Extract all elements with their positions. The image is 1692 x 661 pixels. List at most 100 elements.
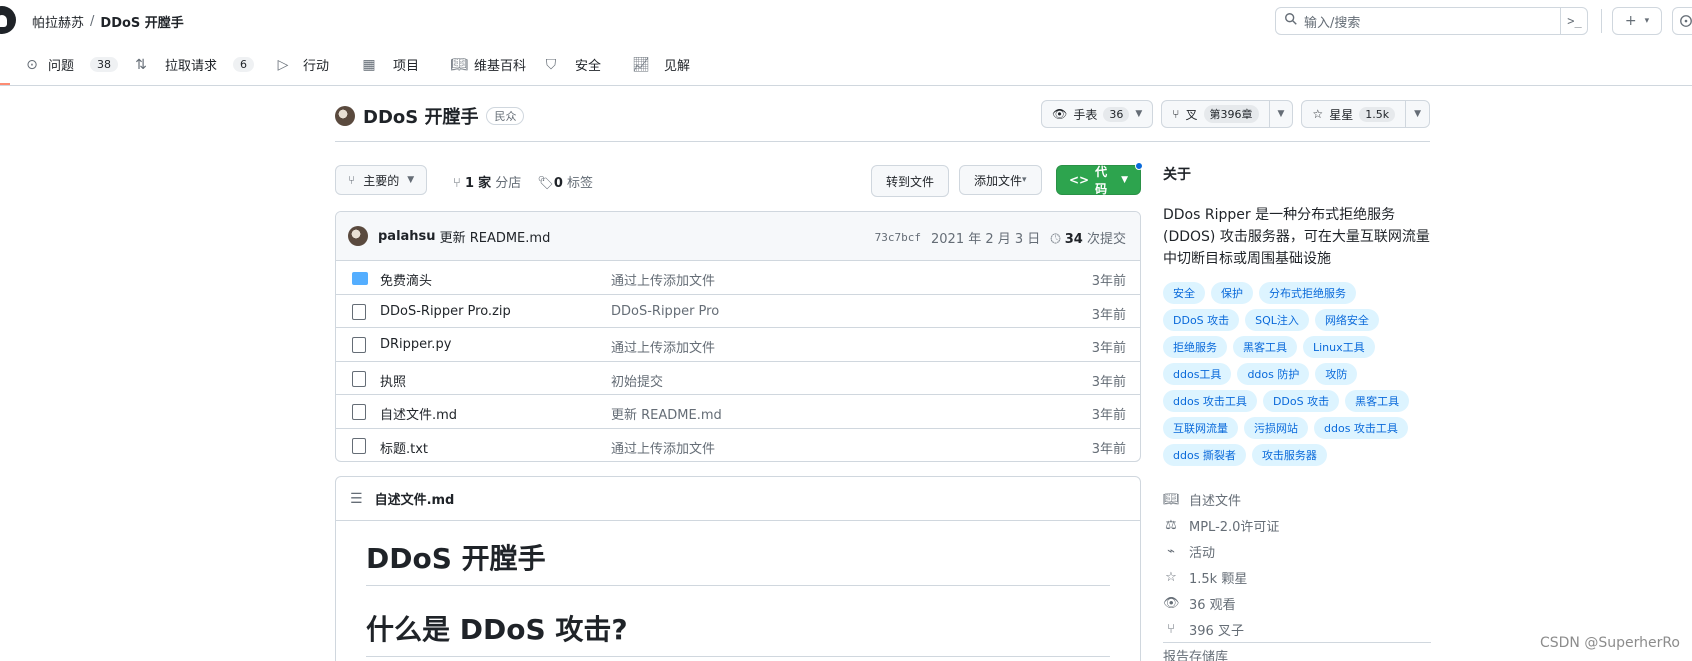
about-meta-item[interactable]: 📖︎ 自述文件 — [1163, 486, 1431, 512]
about-meta-label: 活动 — [1189, 545, 1216, 561]
fork-dropdown[interactable]: ▼ — [1268, 101, 1293, 127]
branch-select-button[interactable]: ⑂ 主要的 ▼ — [335, 165, 428, 195]
topic-tag[interactable]: DDoS 攻击 — [1262, 390, 1340, 412]
commit-author[interactable]: palahsu — [378, 229, 436, 244]
star-button[interactable]: ☆ 星星 1.5k ▼ — [1301, 100, 1430, 128]
about-meta-item[interactable]: 👁︎ 36 观看 — [1163, 590, 1431, 616]
file-age: 3年前 — [1091, 441, 1126, 457]
commit-message[interactable]: 更新 README.md — [440, 227, 551, 246]
add-file-button[interactable]: 添加文件 ▾ — [959, 165, 1042, 195]
file-name[interactable]: 执照 — [380, 371, 406, 390]
about-meta-item[interactable]: ⚖ MPL-2.0许可证 — [1163, 512, 1431, 538]
github-logo-icon[interactable] — [0, 6, 16, 34]
circle-dot-icon — [1680, 15, 1692, 27]
tab-wiki[interactable]: 📖︎ 维基百科 — [450, 55, 526, 75]
history-icon: 🕓︎ — [1050, 232, 1061, 247]
about-meta-item[interactable]: ⑂ 396 叉子 — [1163, 616, 1431, 642]
file-commit-message[interactable]: DDoS-Ripper Pro — [611, 304, 719, 319]
topic-tag[interactable]: 互联网流量 — [1163, 417, 1238, 439]
tab-label: 拉取请求 — [165, 59, 218, 74]
code-button[interactable]: <> 代码 ▼ — [1056, 165, 1141, 196]
file-name[interactable]: 免费滴头 — [380, 270, 432, 289]
active-tab-indicator — [0, 83, 10, 85]
fork-button[interactable]: ⑂ 叉 第396章 ▼ — [1161, 100, 1294, 128]
file-row[interactable]: 自述文件.md 更新 README.md 3年前 — [336, 395, 1140, 429]
tab-pull-requests[interactable]: ⇅ 拉取请求 6 — [133, 55, 255, 74]
about-description: DDos Ripper 是一种分布式拒绝服务 (DDOS) 攻击服务器，可在大量… — [1163, 207, 1430, 267]
list-icon[interactable]: ☰ — [350, 491, 363, 507]
tab-issues[interactable]: ⊙ 问题 38 — [24, 55, 119, 74]
about-meta-list: 📖︎ 自述文件 ⚖ MPL-2.0许可证 ⌁ 活动 ☆ 1.5k 颗星 👁︎ 36 观看 ⑂ 396 … — [1163, 486, 1431, 642]
file-row[interactable]: 标题.txt 通过上传添加文件 3年前 — [336, 429, 1140, 462]
plus-icon: + — [1624, 13, 1637, 29]
tags-link[interactable]: 🏷︎0 标签 — [537, 172, 593, 191]
repo-name[interactable]: DDoS 开膛手 — [363, 103, 478, 129]
breadcrumb-repo[interactable]: DDoS 开膛手 — [100, 12, 183, 31]
branches-link[interactable]: ⑂ 1 家 分店 — [453, 172, 521, 191]
file-name[interactable]: DRipper.py — [380, 337, 451, 352]
tab-security[interactable]: ⛉ 安全 — [543, 55, 601, 75]
topic-tag[interactable]: ddos 防护 — [1237, 363, 1310, 385]
readme-title[interactable]: 自述文件.md — [375, 489, 455, 508]
tab-insights[interactable]: 📈︎ 见解 — [632, 55, 690, 75]
avatar[interactable] — [335, 106, 355, 126]
divider — [1601, 9, 1602, 33]
file-name[interactable]: 自述文件.md — [380, 404, 457, 423]
file-icon — [352, 404, 366, 420]
topic-tag[interactable]: 分布式拒绝服务 — [1259, 282, 1356, 304]
file-commit-message[interactable]: 更新 README.md — [611, 404, 722, 423]
topic-tag[interactable]: ddos工具 — [1163, 363, 1232, 385]
issues-circle-button[interactable] — [1672, 7, 1692, 35]
topic-tag[interactable]: 攻防 — [1315, 363, 1358, 385]
watermark: CSDN @SuperherRo — [1539, 635, 1680, 651]
file-row[interactable]: 执照 初始提交 3年前 — [336, 362, 1140, 395]
breadcrumb: 帕拉赫苏 / DDoS 开膛手 — [32, 12, 184, 31]
file-row[interactable]: DRipper.py 通过上传添加文件 3年前 — [336, 328, 1140, 362]
topic-tag[interactable]: 安全 — [1163, 282, 1205, 304]
watch-button[interactable]: 👁︎ 手表 36 ▼ — [1041, 100, 1154, 128]
commit-history-link[interactable]: 🕓︎ 34 次提交 — [1050, 228, 1126, 247]
file-commit-message[interactable]: 通过上传添加文件 — [611, 438, 715, 457]
file-row[interactable]: 免费滴头 通过上传添加文件 3年前 — [336, 261, 1140, 295]
star-dropdown[interactable]: ▼ — [1405, 101, 1429, 127]
go-to-file-button[interactable]: 转到文件 — [871, 165, 950, 197]
about-meta-item[interactable]: ⌁ 活动 — [1163, 538, 1431, 564]
create-new-button[interactable]: + ▾ — [1612, 7, 1662, 35]
issue-icon: ⊙ — [26, 56, 38, 73]
file-commit-message[interactable]: 初始提交 — [611, 371, 663, 390]
topic-tag[interactable]: ddos 攻击工具 — [1163, 390, 1257, 412]
report-repository-link[interactable]: 报告存储库 — [1163, 646, 1431, 661]
topic-tag[interactable]: 污损网站 — [1244, 417, 1308, 439]
topic-tag[interactable]: DDoS 攻击 — [1163, 309, 1240, 331]
file-name[interactable]: DDoS-Ripper Pro.zip — [380, 304, 511, 319]
topic-tag[interactable]: ddos 攻击工具 — [1314, 417, 1408, 439]
notification-dot — [1135, 162, 1143, 170]
file-commit-message[interactable]: 通过上传添加文件 — [611, 270, 715, 289]
topic-tag[interactable]: 保护 — [1211, 282, 1253, 304]
search-input[interactable]: 输入/搜索 — [1275, 7, 1588, 35]
tab-actions[interactable]: ▷ 行动 — [275, 55, 329, 75]
topic-tag[interactable]: SQL注入 — [1245, 309, 1309, 331]
file-commit-message[interactable]: 通过上传添加文件 — [611, 337, 715, 356]
topic-tag[interactable]: 攻击服务器 — [1251, 444, 1327, 466]
topic-tag[interactable]: ddos 撕裂者 — [1163, 444, 1246, 466]
topic-tag[interactable]: 拒绝服务 — [1163, 336, 1227, 358]
fork-icon: ⑂ — [1167, 621, 1175, 637]
repo-tabs: ⊙ 问题 38 ⇅ 拉取请求 6 ▷ 行动 ▦ 项目 📖︎ 维基百科 ⛉ 安全 … — [0, 43, 1692, 86]
topic-tag[interactable]: Linux工具 — [1303, 336, 1375, 358]
topic-tag[interactable]: 黑客工具 — [1233, 336, 1297, 358]
topics-list: 安全 保护 分布式拒绝服务 DDoS 攻击 SQL注入 网络安全 拒绝服务 黑客工具 Linux… — [1163, 282, 1431, 466]
tab-projects[interactable]: ▦ 项目 — [361, 55, 419, 75]
about-meta-item[interactable]: ☆ 1.5k 颗星 — [1163, 564, 1431, 590]
star-count: 1.5k — [1359, 106, 1396, 122]
avatar[interactable] — [348, 226, 368, 246]
breadcrumb-owner[interactable]: 帕拉赫苏 — [32, 12, 84, 31]
file-name[interactable]: 标题.txt — [380, 438, 428, 457]
tab-counter: 6 — [233, 57, 255, 72]
topic-tag[interactable]: 黑客工具 — [1345, 390, 1410, 412]
topic-tag[interactable]: 网络安全 — [1314, 309, 1379, 331]
commit-sha[interactable]: 73c7bcf — [875, 231, 921, 244]
command-palette-button[interactable]: >_ — [1560, 7, 1588, 35]
file-icon — [352, 303, 366, 320]
file-row[interactable]: DDoS-Ripper Pro.zip DDoS-Ripper Pro 3年前 — [336, 295, 1140, 328]
